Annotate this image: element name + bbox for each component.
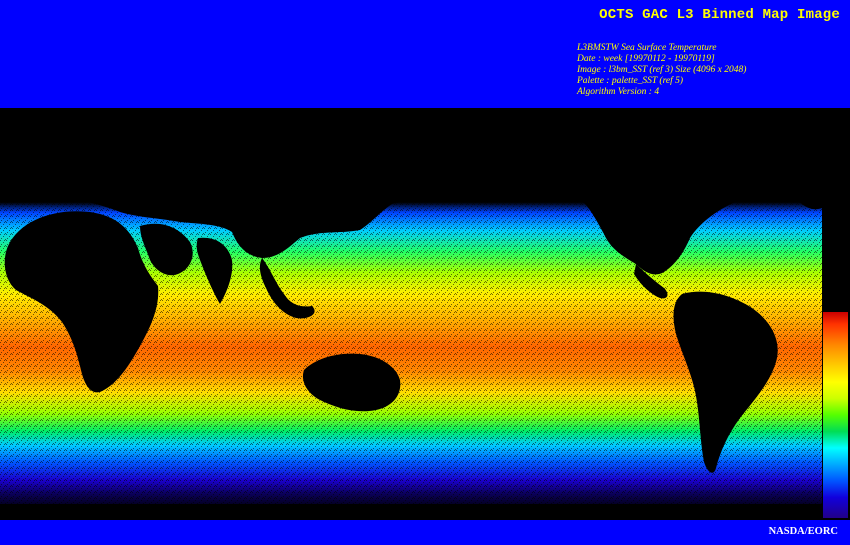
metadata-line-date: Date : week [19970112 - 19970119] [577, 54, 715, 64]
map-title: OCTS GAC L3 Binned Map Image [599, 7, 840, 23]
metadata-block: L3BMSTW Sea Surface Temperature Date : w… [577, 43, 746, 98]
sst-colorbar [823, 312, 848, 518]
agency-credit: NASDA/EORC [768, 526, 838, 537]
antarctica-landmass [0, 504, 822, 520]
header-band: OCTS GAC L3 Binned Map Image L3BMSTW Sea… [0, 0, 850, 108]
metadata-line-palette: Palette : palette_SST (ref 5) [577, 76, 684, 86]
metadata-line-image: Image : l3bm_SST (ref 3) Size (4096 x 20… [577, 65, 747, 75]
metadata-line-algorithm: Algorithm Version : 4 [577, 87, 660, 97]
sst-map [0, 108, 850, 520]
arctic-nodata [0, 108, 822, 160]
footer-band: NASDA/EORC [0, 520, 850, 545]
metadata-line-product: L3BMSTW Sea Surface Temperature [577, 43, 717, 53]
sst-map-image [0, 108, 822, 520]
